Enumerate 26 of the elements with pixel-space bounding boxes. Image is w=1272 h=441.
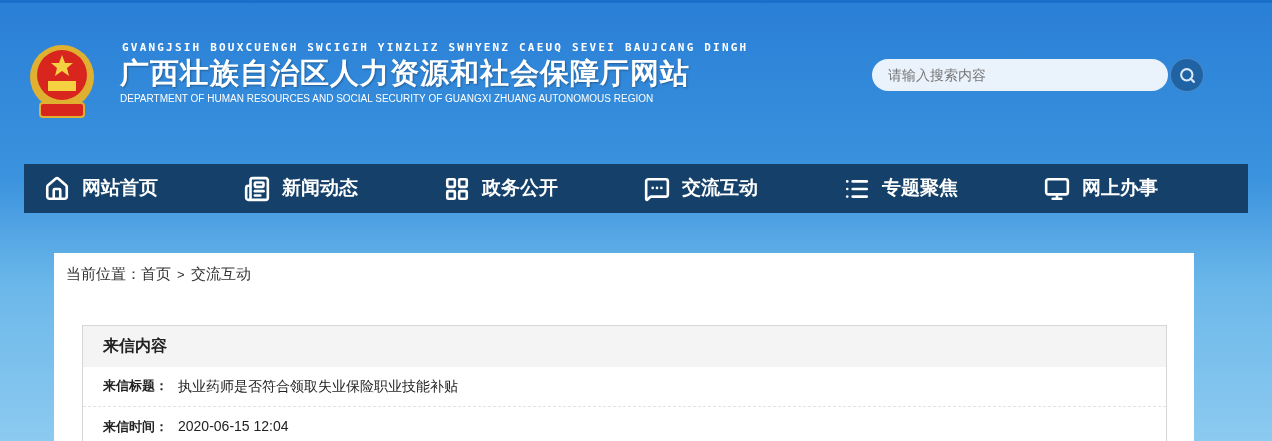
breadcrumb-separator: > bbox=[177, 265, 185, 284]
search-icon bbox=[1178, 66, 1196, 84]
nav-item[interactable]: 专题聚焦 bbox=[824, 174, 1024, 203]
nav-item[interactable]: 新闻动态 bbox=[224, 174, 424, 203]
newspaper-icon bbox=[244, 175, 270, 202]
breadcrumb-label: 当前位置： bbox=[66, 264, 141, 284]
field-label: 来信标题： bbox=[103, 377, 168, 396]
search-button[interactable] bbox=[1170, 58, 1204, 92]
field-label: 来信时间： bbox=[103, 417, 168, 436]
home-icon bbox=[44, 175, 70, 202]
grid-icon bbox=[444, 175, 470, 202]
zhuang-subtitle: GVANGJSIH BOUXCUENGH SWCIGIH YINZLIZ SWHYENZ CAEUQ SEVEI BAUJCANG DINGH bbox=[122, 41, 749, 55]
search-field[interactable]: 请输入搜索内容 bbox=[872, 59, 1168, 91]
nav-item[interactable]: 交流互动 bbox=[624, 174, 824, 203]
monitor-icon bbox=[1044, 175, 1070, 202]
field-value: 执业药师是否符合领取失业保险职业技能补贴 bbox=[178, 376, 458, 396]
site-title: 广西壮族自治区人力资源和社会保障厅网站 bbox=[120, 56, 691, 91]
nav-item[interactable]: 政务公开 bbox=[424, 174, 624, 203]
field-value: 2020-06-15 12:04 bbox=[178, 417, 289, 436]
nav-item[interactable]: 网站首页 bbox=[24, 174, 224, 203]
card-heading: 来信内容 bbox=[103, 336, 167, 356]
breadcrumb-link[interactable]: 首页 bbox=[141, 263, 171, 286]
english-subtitle: DEPARTMENT OF HUMAN RESOURCES AND SOCIAL SECURITY OF GUANGXI ZHUANG AUTONOMOUS REGION bbox=[120, 92, 655, 106]
nav-item[interactable]: 网上办事 bbox=[1024, 174, 1224, 203]
breadcrumb-link[interactable]: 交流互动 bbox=[190, 263, 251, 286]
chat-icon bbox=[644, 175, 670, 202]
